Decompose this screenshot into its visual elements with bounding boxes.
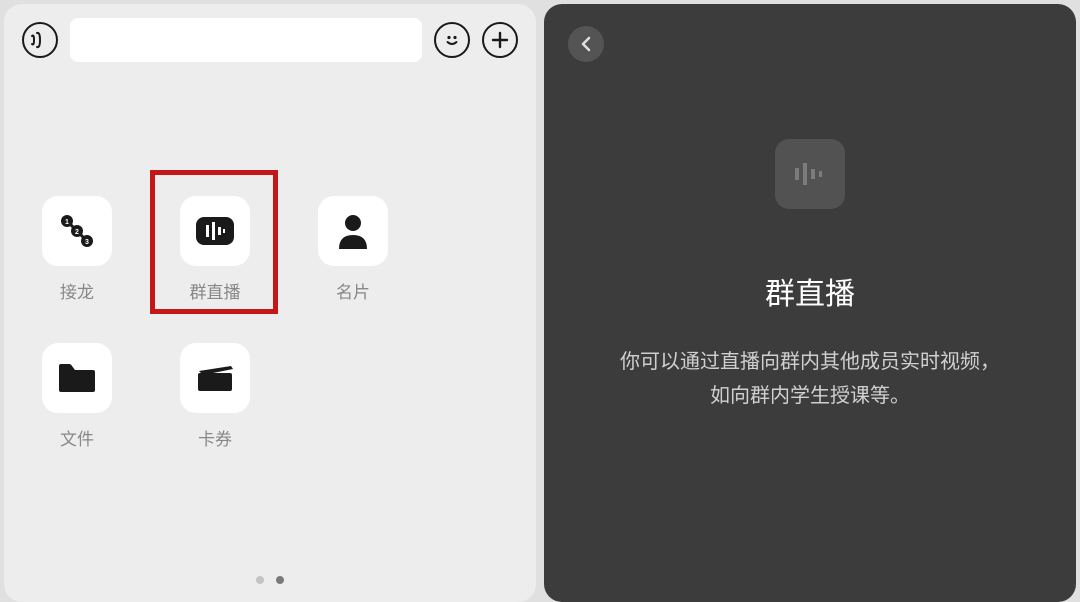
- extension-grid: 1 2 3 接龙 群直: [4, 76, 536, 602]
- more-button[interactable]: [482, 22, 518, 58]
- contact-icon-box: [318, 196, 388, 266]
- page-indicator: [256, 576, 284, 584]
- live-icon: [194, 215, 236, 247]
- grid-label-coupon: 卡券: [198, 425, 232, 450]
- grid-item-chain[interactable]: 1 2 3 接龙: [32, 196, 122, 303]
- coupon-icon-box: [180, 343, 250, 413]
- grid-item-coupon[interactable]: 卡券: [170, 343, 260, 450]
- chain-icon: 1 2 3: [57, 211, 97, 251]
- grid-item-live[interactable]: 群直播: [170, 196, 260, 303]
- chain-icon-box: 1 2 3: [42, 196, 112, 266]
- feature-content: 群直播 你可以通过直播向群内其他成员实时视频， 如向群内学生授课等。: [620, 139, 1000, 413]
- feature-detail-panel: 群直播 你可以通过直播向群内其他成员实时视频， 如向群内学生授课等。: [544, 4, 1076, 602]
- feature-desc-line1: 你可以通过直播向群内其他成员实时视频，: [620, 345, 1000, 379]
- grid-item-file[interactable]: 文件: [32, 343, 122, 450]
- grid-label-live: 群直播: [190, 278, 241, 303]
- grid-label-contact: 名片: [336, 278, 370, 303]
- page-dot-1[interactable]: [256, 576, 264, 584]
- grid-item-contact[interactable]: 名片: [308, 196, 398, 303]
- folder-icon: [57, 362, 97, 394]
- smile-icon: [442, 30, 462, 50]
- chat-extension-panel: 1 2 3 接龙 群直: [4, 4, 536, 602]
- feature-icon-box: [775, 139, 845, 209]
- svg-text:3: 3: [85, 239, 89, 246]
- message-input[interactable]: [70, 18, 422, 62]
- feature-desc-line2: 如向群内学生授课等。: [620, 379, 1000, 413]
- grid-label-file: 文件: [60, 425, 94, 450]
- person-icon: [337, 213, 369, 249]
- svg-text:2: 2: [75, 229, 79, 236]
- plus-icon: [491, 31, 509, 49]
- chevron-left-icon: [580, 36, 592, 52]
- svg-text:1: 1: [65, 219, 69, 226]
- emoji-button[interactable]: [434, 22, 470, 58]
- chat-input-bar: [4, 4, 536, 76]
- live-icon-box: [180, 196, 250, 266]
- page-dot-2[interactable]: [276, 576, 284, 584]
- voice-input-button[interactable]: [22, 22, 58, 58]
- sound-waves-icon: [30, 30, 50, 50]
- feature-title: 群直播: [765, 269, 855, 313]
- feature-description: 你可以通过直播向群内其他成员实时视频， 如向群内学生授课等。: [620, 345, 1000, 413]
- wallet-icon: [195, 363, 235, 393]
- back-button[interactable]: [568, 26, 604, 62]
- grid-label-chain: 接龙: [60, 278, 94, 303]
- file-icon-box: [42, 343, 112, 413]
- soundwave-icon: [791, 159, 829, 189]
